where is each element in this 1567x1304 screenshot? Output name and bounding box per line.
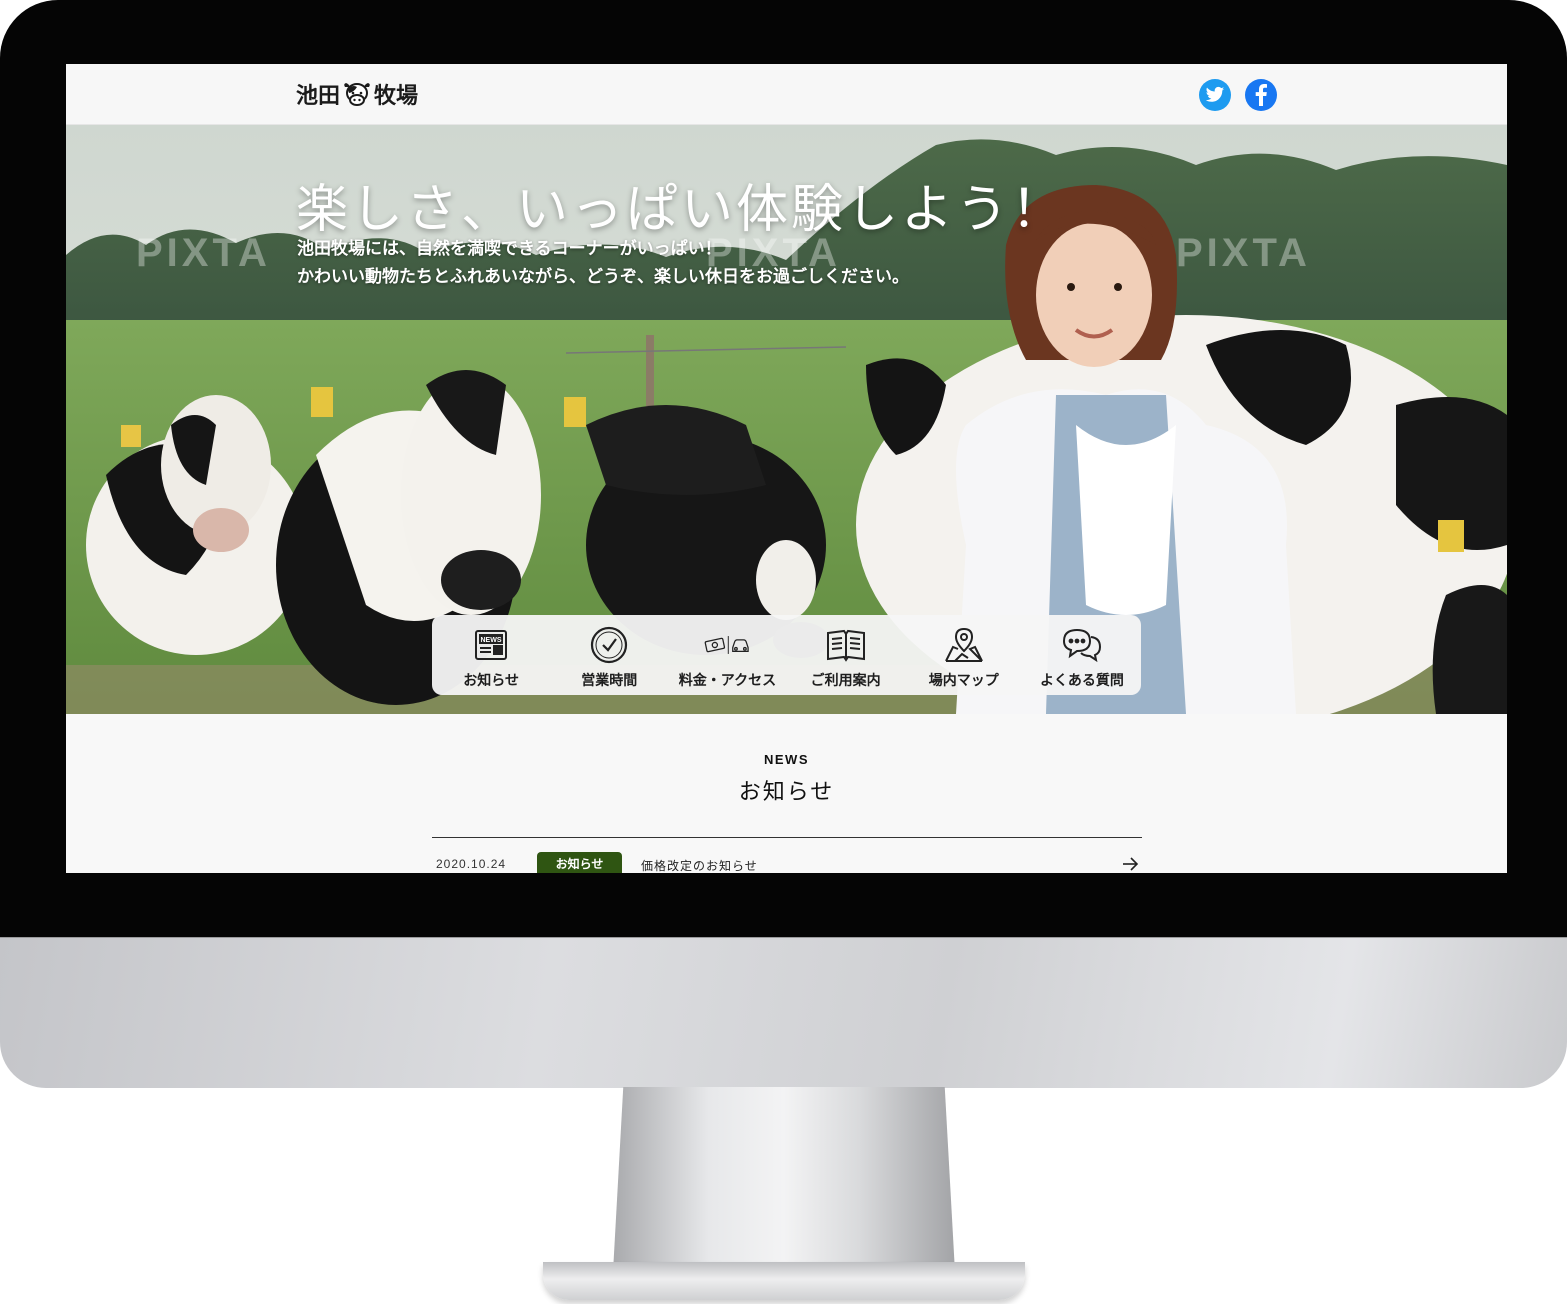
twitter-icon <box>1205 86 1225 102</box>
news-title: お知らせ <box>738 780 835 805</box>
money-car-icon <box>704 624 750 666</box>
quick-nav-label: 料金・アクセス <box>678 672 777 688</box>
quick-nav-label: ご利用案内 <box>810 672 881 688</box>
quick-nav-label: 営業時間 <box>581 672 638 688</box>
hero-title: 楽しさ、いっぱい体験しよう！ <box>296 180 1067 240</box>
monitor-stand-base <box>543 1262 1025 1300</box>
twitter-link[interactable] <box>1199 79 1231 111</box>
screen: 池田 牧場 PIXTA PIXTA PIXTA 楽しさ、いっぱい体験しよう！ 池… <box>66 64 1507 873</box>
facebook-icon <box>1255 84 1267 106</box>
quick-nav-map[interactable]: 場内マップ <box>905 615 1023 695</box>
news-section: NEWS お知らせ 2020.10.24 お知らせ 価格改定のお知らせ <box>66 714 1507 873</box>
newspaper-icon: NEWS <box>468 624 514 666</box>
logo-text-left: 池田 <box>296 83 341 109</box>
quick-nav-label: お知らせ <box>463 672 519 688</box>
facebook-link[interactable] <box>1245 79 1277 111</box>
news-eyebrow: NEWS <box>764 752 809 767</box>
quick-nav-guide[interactable]: ご利用案内 <box>787 615 905 695</box>
hero-lead: 池田牧場には、自然を満喫できるコーナーがいっぱい！ かわいい動物たちとふれあいな… <box>297 235 909 291</box>
news-category-badge: お知らせ <box>537 852 622 873</box>
clock-icon <box>586 624 632 666</box>
news-divider <box>432 837 1142 838</box>
social-links <box>1199 79 1277 111</box>
news-item[interactable]: 2020.10.24 お知らせ 価格改定のお知らせ <box>432 852 1142 873</box>
quick-nav-price-access[interactable]: 料金・アクセス <box>668 615 786 695</box>
monitor-chin <box>0 937 1567 1088</box>
quick-nav-news[interactable]: NEWS お知らせ <box>432 615 550 695</box>
quick-nav-label: 場内マップ <box>928 672 999 688</box>
news-date: 2020.10.24 <box>436 857 507 871</box>
hero-lead-line2: かわいい動物たちとふれあいながら、どうぞ、楽しい休日をお過ごしください。 <box>297 267 909 286</box>
hero-lead-line1: 池田牧場には、自然を満喫できるコーナーがいっぱい！ <box>297 239 722 258</box>
quick-nav-label: よくある質問 <box>1039 672 1124 688</box>
news-headline: 価格改定のお知らせ <box>641 859 758 873</box>
site-logo[interactable]: 池田 牧場 <box>296 78 418 110</box>
svg-text:NEWS: NEWS <box>481 637 502 644</box>
monitor-stand-neck <box>613 1087 955 1272</box>
hero-banner: PIXTA PIXTA PIXTA 楽しさ、いっぱい体験しよう！ 池田牧場には、… <box>66 125 1507 714</box>
cow-logo-icon <box>344 83 370 106</box>
site-header: 池田 牧場 <box>66 64 1507 125</box>
quick-nav-faq[interactable]: よくある質問 <box>1023 615 1141 695</box>
chat-bubbles-icon <box>1059 624 1105 666</box>
watermark: PIXTA <box>1176 231 1311 275</box>
quick-nav: NEWS お知らせ 営業時間 料金・アクセス ご利用案内 場内マップ よくある質… <box>432 615 1141 695</box>
book-icon <box>823 624 869 666</box>
map-pin-icon <box>941 624 987 666</box>
arrow-right-icon <box>1123 857 1139 871</box>
quick-nav-hours[interactable]: 営業時間 <box>550 615 668 695</box>
watermark: PIXTA <box>136 231 271 275</box>
logo-text-right: 牧場 <box>374 83 419 109</box>
